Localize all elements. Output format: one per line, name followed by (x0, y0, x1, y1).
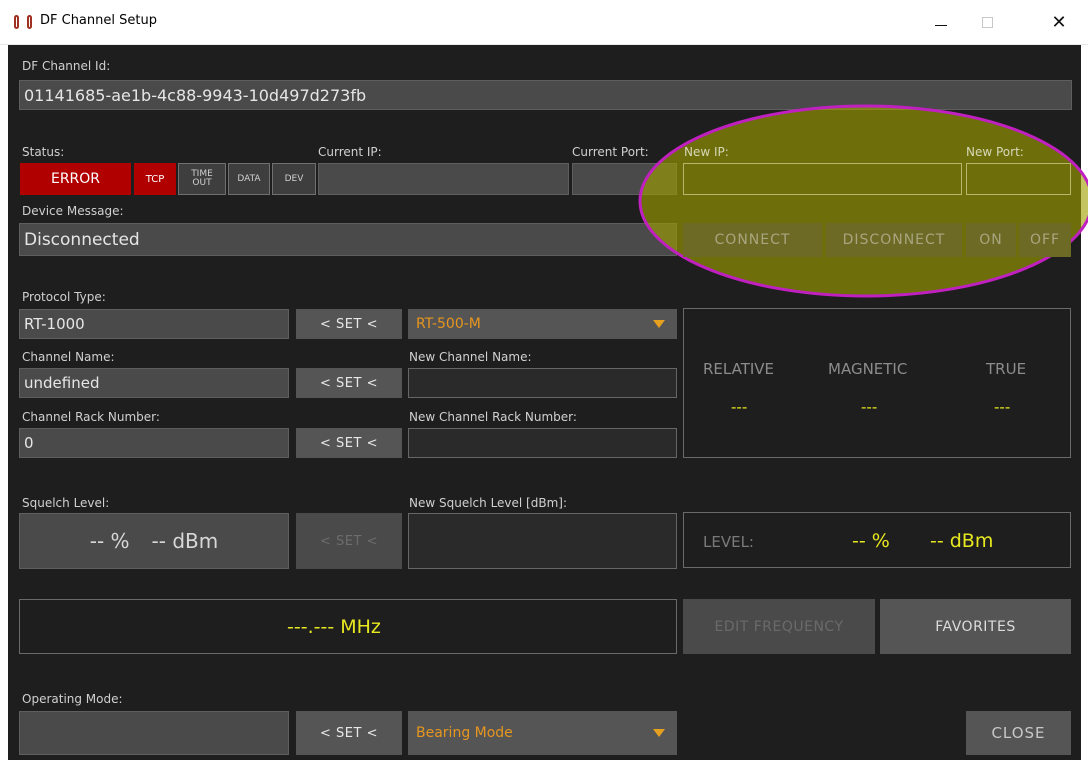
chevron-down-icon (653, 320, 665, 328)
chevron-down-icon (653, 729, 665, 737)
operating-mode-field (19, 711, 289, 755)
favorites-button[interactable]: FAVORITES (880, 599, 1071, 654)
new-channel-name-input[interactable] (408, 368, 677, 398)
new-rack-number-input[interactable] (408, 428, 677, 458)
new-squelch-label: New Squelch Level [dBm]: (409, 496, 567, 510)
protocol-type-field: RT-1000 (19, 309, 289, 339)
new-ip-label: New IP: (684, 145, 729, 159)
close-button[interactable]: CLOSE (966, 711, 1071, 755)
channel-name-field: undefined (19, 368, 289, 398)
operating-mode-label: Operating Mode: (22, 692, 123, 706)
off-button[interactable]: OFF (1019, 223, 1071, 257)
squelch-set-button[interactable]: < SET < (296, 513, 402, 569)
bearing-panel (683, 308, 1071, 458)
connect-button[interactable]: CONNECT (683, 223, 822, 257)
new-ip-input[interactable] (683, 163, 962, 195)
on-button[interactable]: ON (966, 223, 1016, 257)
new-squelch-input[interactable] (408, 513, 677, 569)
level-percent: -- % (852, 530, 890, 552)
disconnect-button[interactable]: DISCONNECT (826, 223, 962, 257)
protocol-type-label: Protocol Type: (22, 290, 106, 304)
operating-mode-dropdown-value: Bearing Mode (416, 725, 513, 741)
operating-mode-set-button[interactable]: < SET < (296, 711, 402, 755)
magnetic-value: --- (861, 398, 878, 416)
protocol-set-button[interactable]: < SET < (296, 309, 402, 339)
rack-number-field: 0 (19, 428, 289, 458)
squelch-percent: -- % (89, 529, 130, 553)
level-dbm: -- dBm (930, 530, 994, 552)
channel-name-label: Channel Name: (22, 350, 115, 364)
frequency-value: ---.--- MHz (287, 616, 381, 638)
true-value: --- (994, 398, 1011, 416)
relative-value: --- (731, 398, 748, 416)
rack-number-label: Channel Rack Number: (22, 410, 160, 424)
new-rack-number-label: New Channel Rack Number: (409, 410, 577, 424)
relative-label: RELATIVE (703, 360, 775, 378)
true-label: TRUE (986, 360, 1027, 378)
operating-mode-dropdown[interactable]: Bearing Mode (408, 711, 677, 755)
level-label: LEVEL: (703, 533, 754, 551)
channel-name-set-button[interactable]: < SET < (296, 368, 402, 398)
squelch-dbm: -- dBm (151, 529, 219, 553)
rack-number-set-button[interactable]: < SET < (296, 428, 402, 458)
magnetic-label: MAGNETIC (828, 360, 908, 378)
protocol-dropdown-value: RT-500-M (416, 316, 481, 332)
squelch-level-display: -- % -- dBm (19, 513, 289, 569)
new-port-input[interactable] (966, 163, 1071, 195)
new-channel-name-label: New Channel Name: (409, 350, 532, 364)
squelch-level-label: Squelch Level: (22, 496, 110, 510)
protocol-dropdown[interactable]: RT-500-M (408, 309, 677, 339)
edit-frequency-button[interactable]: EDIT FREQUENCY (683, 599, 875, 654)
new-port-label: New Port: (966, 145, 1024, 159)
